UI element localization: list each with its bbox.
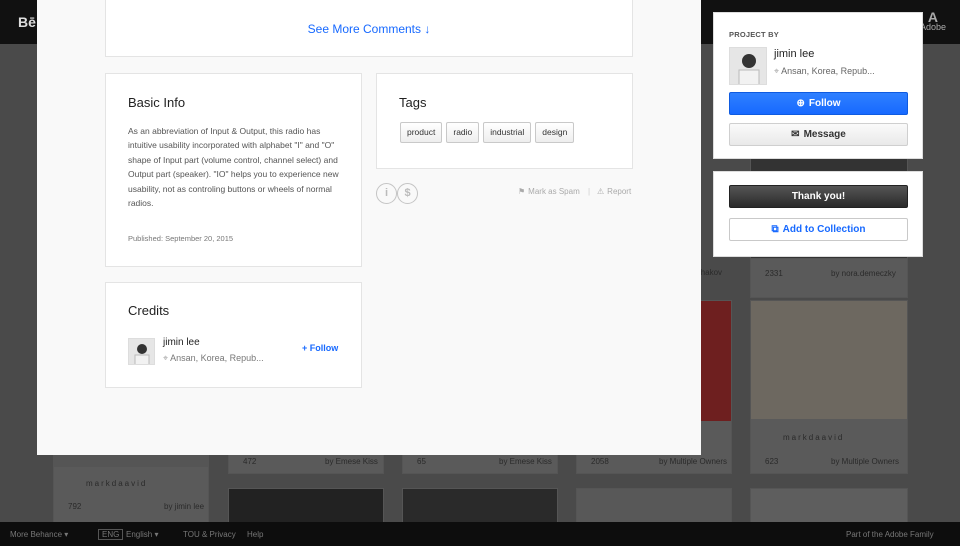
credits-panel: Credits jimin lee ⌖ Ansan, Korea, Repub..…	[105, 282, 362, 388]
flag-icon: ⚑	[518, 187, 526, 196]
card-user: markdaavid	[86, 479, 148, 488]
tou-link[interactable]: TOU & Privacy	[183, 530, 236, 539]
appreciate-button[interactable]: Thank you!	[729, 185, 908, 208]
card-likes: 2331	[765, 269, 783, 278]
plus-circle-icon: ⊕	[796, 98, 805, 109]
adobe-logo[interactable]: A Adobe	[920, 10, 946, 32]
credit-follow-button[interactable]: + Follow	[302, 343, 338, 353]
help-link[interactable]: Help	[247, 530, 263, 539]
avatar[interactable]	[128, 338, 155, 365]
mark-as-spam-link[interactable]: ⚑ Mark as Spam	[518, 187, 580, 196]
tag-industrial[interactable]: industrial	[483, 122, 532, 143]
add-to-collection-button[interactable]: ⧉ Add to Collection	[729, 218, 908, 241]
credits-title: Credits	[128, 303, 170, 318]
project-modal: See More Comments ↓ Basic Info As an abb…	[37, 0, 701, 455]
warning-icon: ⚠	[597, 187, 605, 196]
project-description: As an abbreviation of Input & Output, th…	[128, 126, 339, 209]
card-owner: by Multiple Owners	[659, 457, 728, 466]
project-owner-panel: PROJECT BY jimin lee ⌖ Ansan, Korea, Repu…	[713, 12, 923, 159]
comments-panel: See More Comments ↓	[105, 0, 633, 57]
follow-button[interactable]: ⊕ Follow	[729, 92, 908, 115]
card-owner: by Multiple Owners	[831, 457, 900, 466]
tags-panel: Tags product radio industrial design	[376, 73, 633, 169]
project-card[interactable]: 2331 by nora.demeczky	[750, 258, 908, 298]
behance-logo[interactable]: Bē	[18, 14, 36, 30]
card-owner: by nora.demeczky	[831, 269, 896, 278]
basic-info-title: Basic Info	[128, 95, 186, 110]
location-pin-icon: ⌖	[163, 353, 169, 363]
language-select[interactable]: English ▾	[126, 530, 158, 539]
message-button[interactable]: ✉ Message	[729, 123, 908, 146]
card-likes: 2058	[591, 457, 609, 466]
card-likes: 65	[417, 457, 426, 466]
card-owner: by jimin lee	[164, 502, 205, 511]
owner-location: ⌖ Ansan, Korea, Repub...	[774, 66, 875, 76]
card-likes: 623	[765, 457, 779, 466]
see-more-comments-link[interactable]: See More Comments ↓	[106, 22, 632, 36]
project-card[interactable]: markdaavid 623 by Multiple Owners	[750, 300, 908, 474]
action-separator: |	[588, 187, 591, 196]
site-footer: More Behance ▾ ENG English ▾ TOU & Priva…	[0, 522, 960, 546]
collection-icon: ⧉	[771, 224, 779, 235]
appreciate-panel: Thank you! ⧉ Add to Collection	[713, 171, 923, 257]
tags-title: Tags	[399, 95, 427, 110]
credit-name[interactable]: jimin lee	[163, 337, 200, 348]
card-likes: 472	[243, 457, 257, 466]
credit-location: ⌖ Ansan, Korea, Repub...	[163, 353, 264, 363]
card-owner: rhakov	[698, 268, 723, 277]
owner-name[interactable]: jimin lee	[774, 48, 814, 60]
envelope-icon: ✉	[791, 129, 800, 140]
published-date: Published: September 20, 2015	[128, 234, 234, 243]
attribution-license-icon[interactable]: i	[376, 183, 397, 204]
more-behance-link[interactable]: More Behance ▾	[10, 530, 68, 539]
tag-design[interactable]: design	[535, 122, 575, 143]
card-likes: 792	[68, 502, 82, 511]
card-user: markdaavid	[783, 433, 845, 442]
location-pin-icon: ⌖	[774, 66, 780, 76]
report-link[interactable]: ⚠ Report	[597, 187, 631, 196]
tag-radio[interactable]: radio	[446, 122, 480, 143]
tag-list: product radio industrial design	[400, 122, 578, 143]
adobe-family-link[interactable]: Part of the Adobe Family	[846, 530, 934, 539]
tag-product[interactable]: product	[400, 122, 443, 143]
avatar[interactable]	[729, 47, 767, 85]
project-by-label: PROJECT BY	[729, 30, 779, 39]
card-owner: by Emese Kiss	[325, 457, 378, 466]
noncommercial-license-icon[interactable]: $	[397, 183, 418, 204]
card-owner: by Emese Kiss	[499, 457, 552, 466]
basic-info-panel: Basic Info As an abbreviation of Input &…	[105, 73, 362, 267]
language-badge: ENG	[98, 529, 124, 540]
